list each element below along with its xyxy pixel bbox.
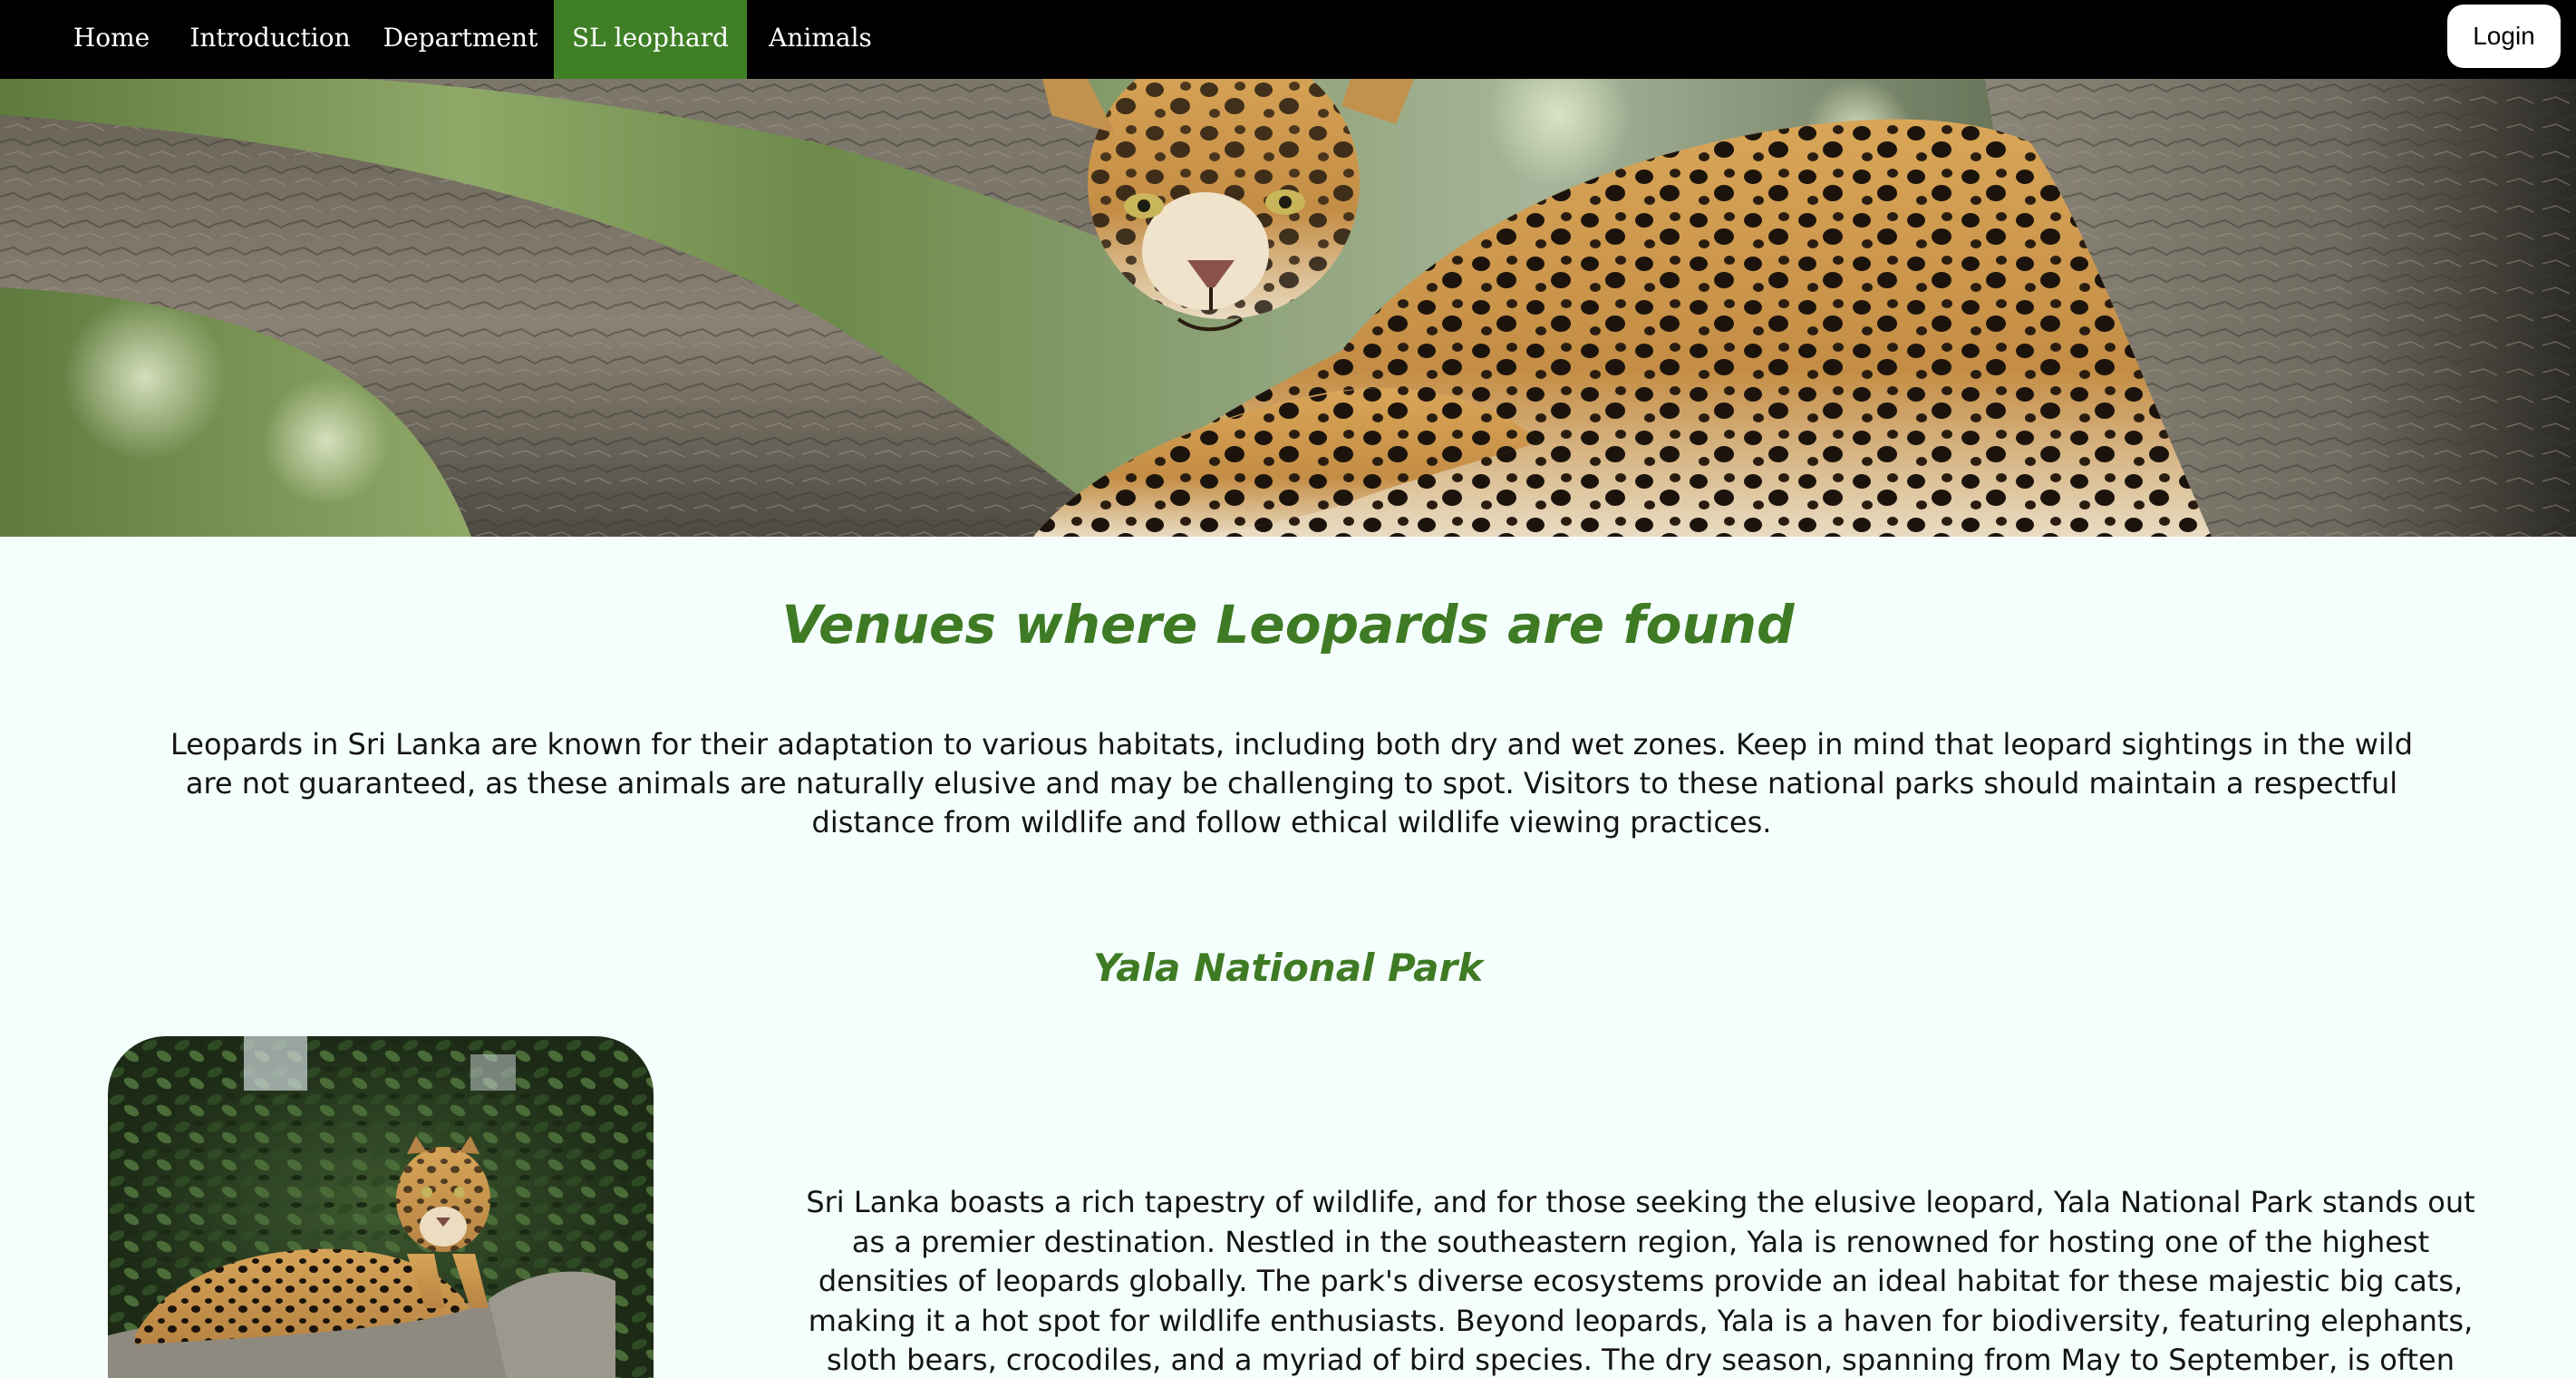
nav-item-department[interactable]: Department xyxy=(375,0,546,79)
intro-paragraph: Leopards in Sri Lanka are known for thei… xyxy=(169,727,2413,839)
nav-item-sl-leopard[interactable]: SL leophard xyxy=(554,0,747,79)
nav-item-introduction[interactable]: Introduction xyxy=(181,0,359,79)
yala-description: Sri Lanka boasts a rich tapestry of wild… xyxy=(806,1185,2475,1377)
section-heading-yala: Yala National Park xyxy=(1092,946,1484,990)
nav-item-animals[interactable]: Animals xyxy=(758,0,883,79)
nav-item-home[interactable]: Home xyxy=(56,0,167,79)
login-button[interactable]: Login xyxy=(2447,5,2561,68)
page-title: Venues where Leopards are found xyxy=(781,594,1795,655)
hero-leopard-banner xyxy=(0,79,2576,537)
yala-leopard-photo xyxy=(108,1036,654,1378)
top-nav-bar: Home Introduction Department SL leophard… xyxy=(0,0,2576,79)
